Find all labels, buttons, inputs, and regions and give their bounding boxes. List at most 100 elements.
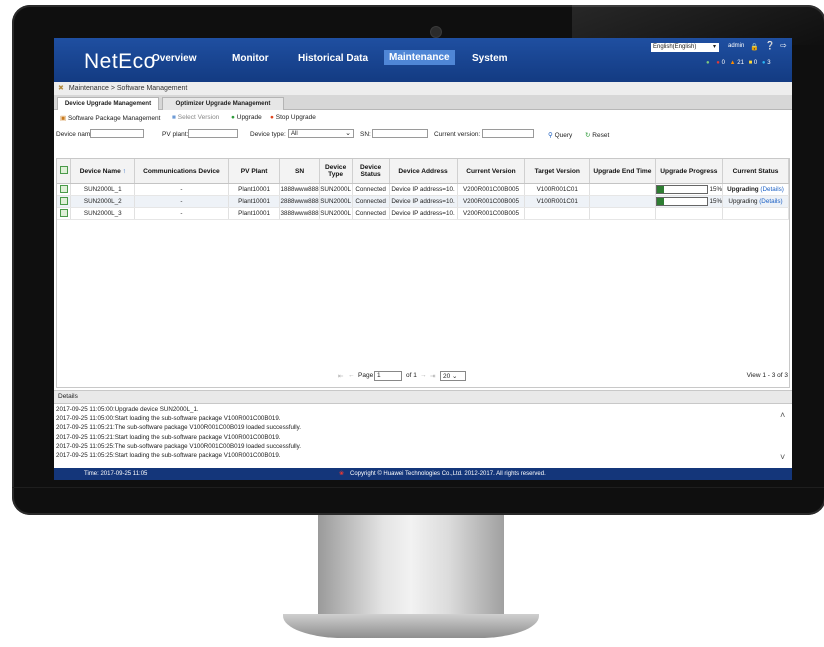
table-row[interactable]: SUN2000L_3 - Plant10001 3888www888 SUN20… bbox=[57, 207, 789, 220]
row-select-cell[interactable] bbox=[57, 183, 72, 196]
col-pv-plant[interactable]: PV Plant bbox=[228, 159, 281, 184]
row-checkbox[interactable] bbox=[59, 184, 68, 193]
select-version-label: Select Version bbox=[177, 114, 220, 121]
view-count: View 1 - 3 of 3 bbox=[746, 372, 788, 379]
cell-upgrade-end-time bbox=[589, 195, 656, 208]
page-label: Page bbox=[358, 372, 374, 379]
current-version-input[interactable] bbox=[482, 129, 534, 138]
sn-label: SN: bbox=[360, 131, 371, 138]
user-name[interactable]: admin bbox=[728, 43, 744, 49]
stop-upgrade-label: Stop Upgrade bbox=[275, 114, 316, 121]
select-all-checkbox[interactable] bbox=[59, 166, 68, 174]
chevron-down-icon: ▾ bbox=[712, 44, 716, 50]
device-name-input[interactable] bbox=[90, 129, 144, 138]
scroll-down-icon[interactable]: ˅ bbox=[780, 452, 785, 462]
neteco-logo: NetEco bbox=[84, 50, 156, 73]
prev-page-icon[interactable]: ← bbox=[348, 372, 355, 379]
next-page-icon[interactable]: → bbox=[420, 372, 427, 379]
cell-current-status: Upgrading (Details) bbox=[722, 183, 789, 196]
cell-device-name: SUN2000L_2 bbox=[70, 195, 136, 208]
device-type-select[interactable]: All ⌄ bbox=[288, 129, 354, 138]
details-link[interactable]: (Details) bbox=[760, 186, 783, 193]
details-link[interactable]: (Details) bbox=[759, 198, 782, 205]
col-current-status[interactable]: Current Status bbox=[722, 159, 789, 184]
stop-upgrade-button[interactable]: ● Stop Upgrade bbox=[270, 114, 316, 121]
pv-plant-input[interactable] bbox=[188, 129, 238, 138]
col-device-status[interactable]: Device Status bbox=[352, 159, 390, 184]
scroll-up-icon[interactable]: ˄ bbox=[780, 410, 785, 420]
language-select[interactable]: English(English) ▾ bbox=[651, 43, 719, 52]
col-target-version[interactable]: Target Version bbox=[524, 159, 591, 184]
cell-current-status bbox=[722, 207, 789, 220]
row-select-cell[interactable] bbox=[57, 195, 72, 208]
col-device-name[interactable]: Device Name ↑ bbox=[70, 159, 136, 184]
select-all-header[interactable] bbox=[57, 159, 72, 184]
log-scrollbar[interactable]: ˄ ˅ bbox=[778, 404, 790, 467]
reset-label: Reset bbox=[592, 132, 610, 139]
sn-input[interactable] bbox=[372, 129, 428, 138]
tab-device-upgrade[interactable]: Device Upgrade Management bbox=[57, 97, 159, 110]
nav-overview[interactable]: Overview bbox=[152, 53, 196, 64]
package-mgmt-label: Software Package Management bbox=[67, 115, 161, 122]
col-device-name-label: Device Name bbox=[79, 167, 121, 175]
reset-button[interactable]: ↻ Reset bbox=[585, 131, 609, 139]
progress-bar bbox=[655, 185, 708, 194]
page-number-input[interactable]: 1 bbox=[374, 371, 402, 381]
pv-plant-label: PV plant: bbox=[162, 131, 189, 138]
cell-upgrade-end-time bbox=[589, 207, 656, 220]
logout-icon[interactable]: ⇨ bbox=[780, 41, 787, 50]
device-type-value: All bbox=[291, 131, 298, 137]
package-mgmt-button[interactable]: ▣ Software Package Management bbox=[60, 114, 160, 122]
status-text: Upgrading bbox=[728, 198, 758, 205]
col-comm-device[interactable]: Communications Device bbox=[134, 159, 229, 184]
lock-icon[interactable]: 🔒 bbox=[750, 43, 759, 51]
upgrade-label: Upgrade bbox=[236, 114, 262, 121]
progress-text: 15% bbox=[709, 186, 723, 194]
row-checkbox[interactable] bbox=[59, 208, 68, 217]
major-alarm-icon: ▲ bbox=[729, 60, 736, 66]
last-page-icon[interactable]: ⇥ bbox=[430, 372, 435, 380]
row-checkbox[interactable] bbox=[59, 196, 68, 205]
select-version-button[interactable]: ■ Select Version bbox=[172, 114, 219, 121]
col-sn[interactable]: SN bbox=[279, 159, 320, 184]
page-size-value: 20 bbox=[443, 373, 451, 380]
upgrade-button[interactable]: ● Upgrade bbox=[231, 114, 262, 121]
table-row[interactable]: SUN2000L_2 - Plant10001 2888www888 SUN20… bbox=[57, 195, 789, 208]
cell-device-type: SUN2000L bbox=[319, 183, 353, 196]
monitor-base bbox=[283, 614, 539, 638]
cell-device-address: Device IP address=10. bbox=[389, 195, 458, 208]
nav-monitor[interactable]: Monitor bbox=[232, 53, 269, 64]
query-button[interactable]: ⚲ Query bbox=[548, 131, 572, 139]
major-alarm-count: 21 bbox=[737, 60, 744, 66]
col-device-type[interactable]: Device Type bbox=[319, 159, 353, 184]
first-page-icon[interactable]: ⇤ bbox=[338, 372, 343, 380]
tab-optimizer-upgrade[interactable]: Optimizer Upgrade Management bbox=[162, 97, 284, 110]
page-size-select[interactable]: 20 ⌄ bbox=[440, 371, 466, 381]
cell-target-version: V100R001C01 bbox=[524, 183, 591, 196]
warning-alarm-icon: ● bbox=[761, 60, 766, 66]
footer-time: Time: 2017-09-25 11:05 bbox=[84, 471, 148, 477]
cell-device-status: Connected bbox=[352, 183, 390, 196]
critical-alarm-count: 0 bbox=[721, 60, 725, 66]
col-device-address[interactable]: Device Address bbox=[389, 159, 458, 184]
device-upgrade-table: Device Name ↑ Communications Device PV P… bbox=[56, 158, 790, 480]
col-upgrade-end-time[interactable]: Upgrade End Time bbox=[589, 159, 656, 184]
table-row[interactable]: SUN2000L_1 - Plant10001 1888www888 SUN20… bbox=[57, 183, 789, 196]
cell-upgrade-progress: 15% bbox=[655, 183, 724, 196]
row-select-cell[interactable] bbox=[57, 207, 72, 220]
help-icon[interactable]: ❔ bbox=[765, 41, 775, 50]
current-version-label: Current version: bbox=[434, 131, 481, 138]
cell-current-version: V200R001C00B005 bbox=[457, 207, 526, 220]
nav-system[interactable]: System bbox=[472, 53, 508, 64]
reset-icon: ↻ bbox=[585, 132, 591, 139]
nav-historical-data[interactable]: Historical Data bbox=[298, 53, 368, 64]
details-title: Details bbox=[58, 393, 78, 400]
alarm-summary[interactable]: ● ● 0 ▲ 21 ■ 0 ● 3 bbox=[706, 60, 771, 66]
col-upgrade-progress[interactable]: Upgrade Progress bbox=[655, 159, 724, 184]
col-current-version[interactable]: Current Version bbox=[457, 159, 526, 184]
cell-device-status: Connected bbox=[352, 207, 390, 220]
chevron-down-icon: ⌄ bbox=[452, 373, 458, 380]
camera-icon bbox=[430, 26, 442, 38]
nav-maintenance[interactable]: Maintenance bbox=[384, 50, 455, 65]
cell-target-version bbox=[524, 207, 591, 220]
